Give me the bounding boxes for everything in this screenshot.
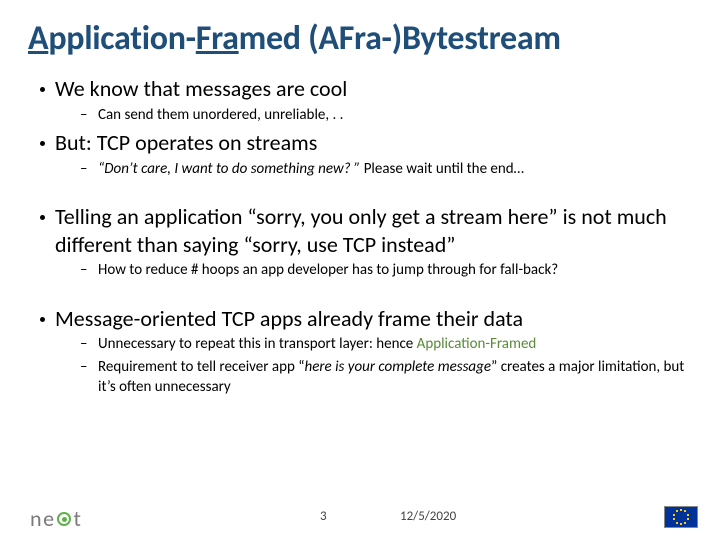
page-number: 3 <box>320 509 327 524</box>
dash-icon: – <box>80 160 90 180</box>
dash-icon: – <box>80 106 90 126</box>
sub-item: – Can send them unordered, unreliable, .… <box>80 105 692 126</box>
bullet-text: Message-oriented TCP apps already frame … <box>55 305 523 333</box>
sub-list: – Can send them unordered, unreliable, .… <box>28 105 692 126</box>
title-mid1: pplication- <box>48 18 195 59</box>
bullet-item: Message-oriented TCP apps already frame … <box>28 285 692 398</box>
quote-italic: “Don’t care, I want to do something new?… <box>98 160 360 178</box>
bullet-dot-icon <box>40 87 45 92</box>
logo-t: t <box>74 505 81 532</box>
sub-item: – Unnecessary to repeat this in transpor… <box>80 334 692 355</box>
dash-icon: – <box>80 358 90 378</box>
bullet-text: We know that messages are cool <box>55 75 347 103</box>
dash-icon: – <box>80 335 90 355</box>
eu-stars <box>673 509 689 525</box>
slide-title: Application-Framed (AFra-)Bytestream <box>28 18 692 59</box>
logo-neat: net <box>30 505 80 532</box>
bullet-item: Telling an application “sorry, you only … <box>28 183 692 281</box>
eu-flag-icon <box>664 506 698 528</box>
sub-item: – How to reduce # hoops an app developer… <box>80 260 692 281</box>
bullet-item: We know that messages are cool – Can sen… <box>28 75 692 125</box>
sub-item: – “Don’t care, I want to do something ne… <box>80 159 692 180</box>
slide: Application-Framed (AFra-)Bytestream We … <box>0 0 720 540</box>
title-underline-fra: Fra <box>196 18 239 59</box>
logo-e: e <box>43 505 53 532</box>
bullet-dot-icon <box>40 215 45 220</box>
sub-text: Unnecessary to repeat this in transport … <box>98 334 536 354</box>
bullet-text: Telling an application “sorry, you only … <box>55 203 692 258</box>
quote-rest: Please wait until the end… <box>360 160 524 178</box>
sub-text: “Don’t care, I want to do something new?… <box>98 159 524 179</box>
slide-date: 12/5/2020 <box>400 509 456 524</box>
sub-item: – Requirement to tell receiver app “here… <box>80 357 692 398</box>
sub-plain: Unnecessary to repeat this in transport … <box>98 335 417 353</box>
sub-text: Requirement to tell receiver app “here i… <box>98 357 692 398</box>
dash-icon: – <box>80 261 90 281</box>
footer: net 3 12/5/2020 <box>0 496 720 532</box>
logo-at-icon <box>57 512 71 526</box>
sub-text: How to reduce # hoops an app developer h… <box>98 260 558 280</box>
sub-list: – “Don’t care, I want to do something ne… <box>28 159 692 180</box>
sub-italic: here is your complete message <box>305 358 492 376</box>
bullet-item: But: TCP operates on streams – “Don’t ca… <box>28 129 692 179</box>
title-underline-a: A <box>28 18 48 59</box>
sub-green: Application-Framed <box>417 335 537 353</box>
sub-text: Can send them unordered, unreliable, . . <box>98 105 343 125</box>
bullet-text: But: TCP operates on streams <box>55 129 317 157</box>
sub-list: – Unnecessary to repeat this in transpor… <box>28 334 692 397</box>
bullet-list: We know that messages are cool – Can sen… <box>28 75 692 397</box>
logo-n: n <box>30 505 41 532</box>
bullet-dot-icon <box>40 317 45 322</box>
title-mid2: med (AFra-)Bytestream <box>239 18 561 59</box>
sub-list: – How to reduce # hoops an app developer… <box>28 260 692 281</box>
bullet-dot-icon <box>40 141 45 146</box>
sub-plain: Requirement to tell receiver app “ <box>98 358 305 376</box>
